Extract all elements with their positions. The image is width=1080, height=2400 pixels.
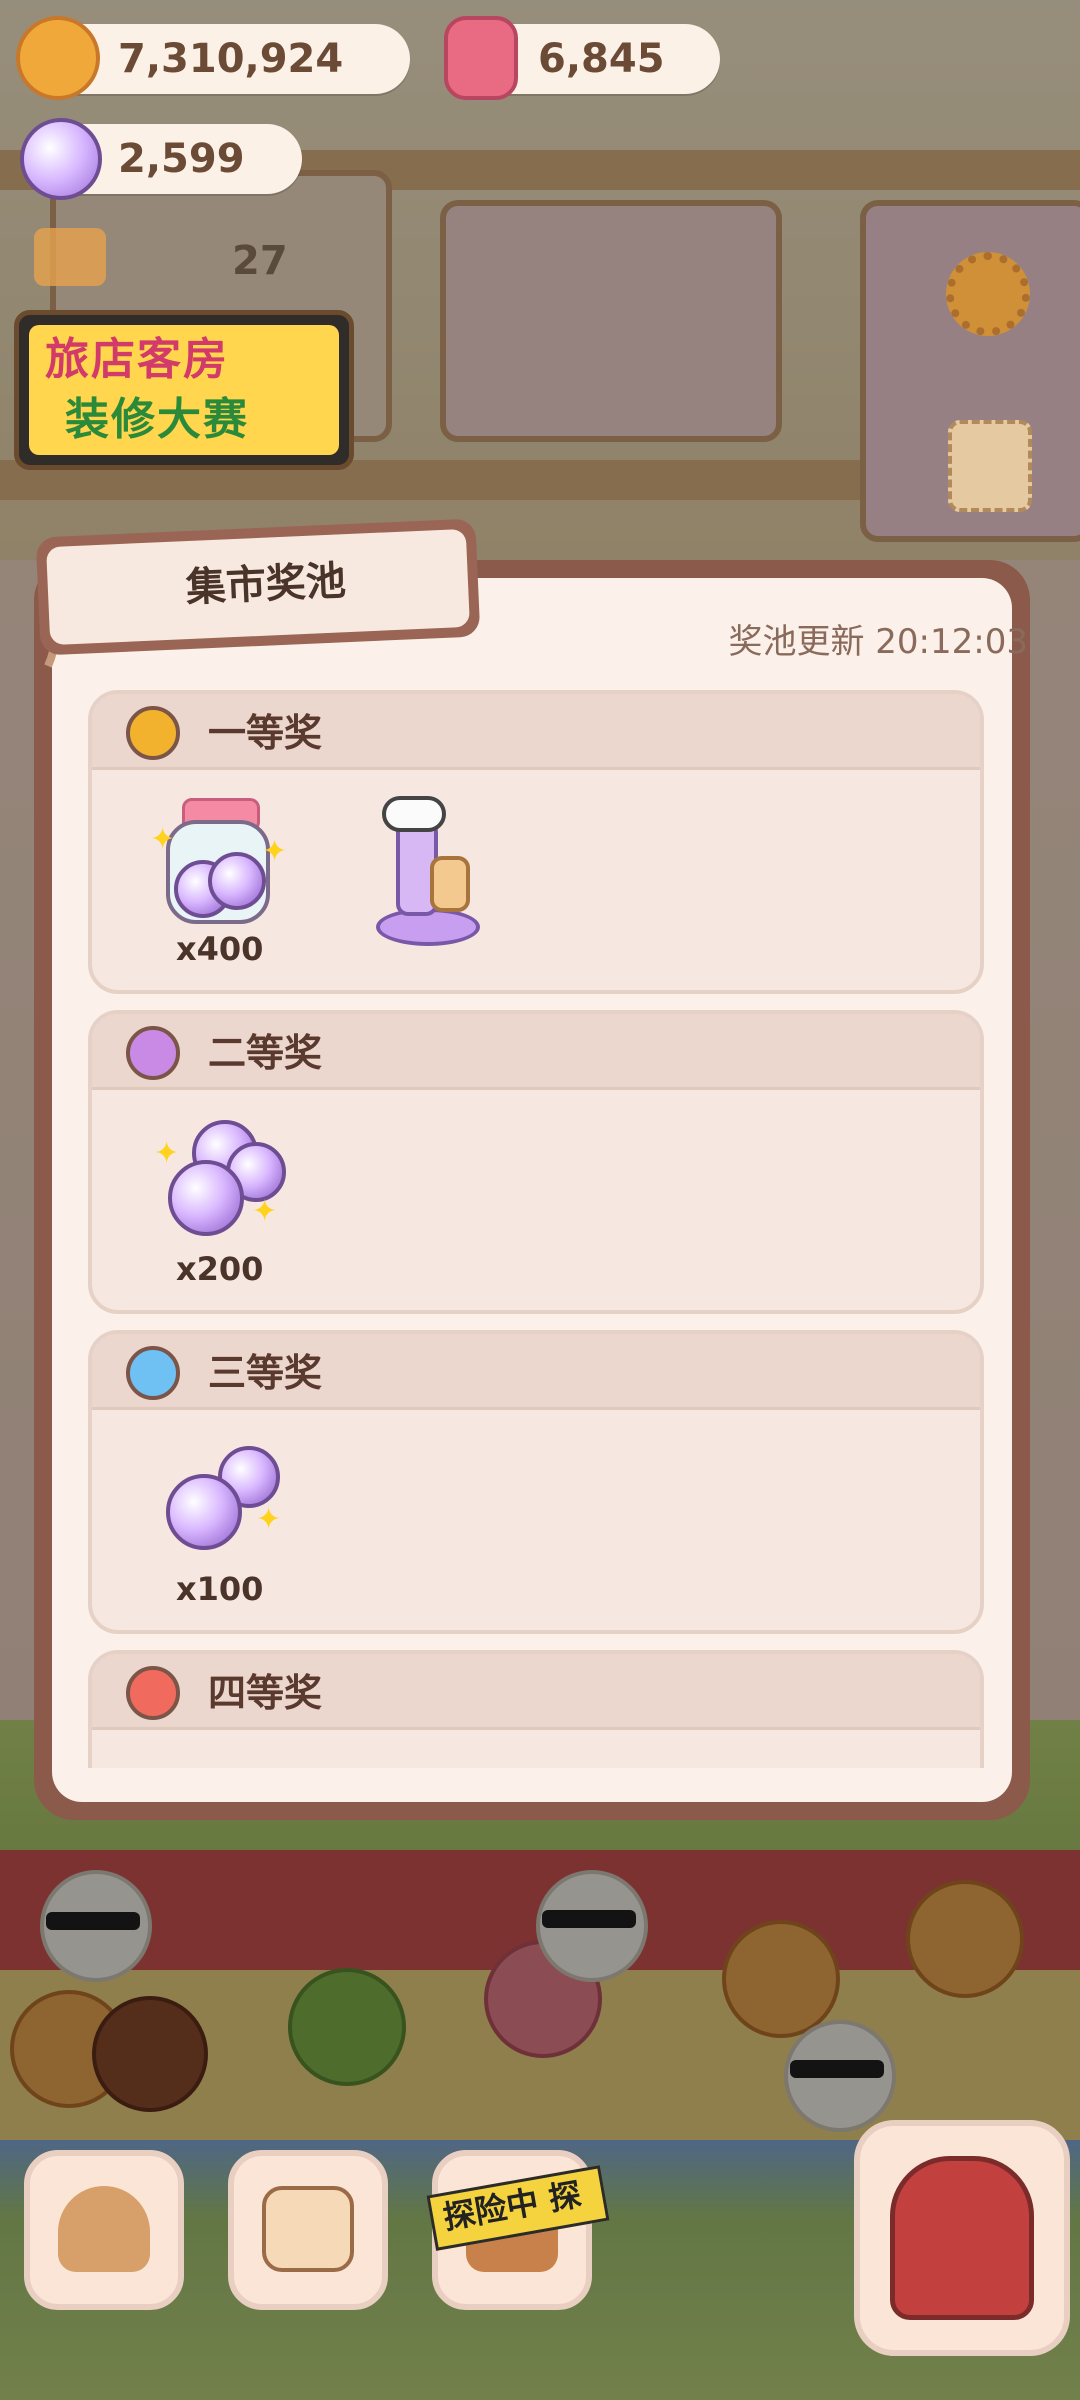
tier-2-ball-icon — [126, 1026, 180, 1080]
stage-button[interactable] — [854, 2120, 1070, 2356]
title-tag: 集市奖池 — [35, 518, 481, 656]
tier-2-reward-qty: x200 — [176, 1250, 264, 1288]
coin-value: 7,310,924 — [118, 36, 344, 82]
prize-tier-list[interactable]: 一等奖 ✦ ✦ x400 二等奖 ✦ ✦ x200 三等奖 ✦ x100 四等奖 — [52, 690, 992, 1768]
prize-tier-1: 一等奖 ✦ ✦ x400 — [88, 690, 984, 994]
candle-icon — [444, 16, 518, 100]
event-title-line1: 旅店客房 — [45, 334, 229, 385]
tier-3-reward-qty: x100 — [176, 1570, 264, 1608]
prize-tier-2: 二等奖 ✦ ✦ x200 — [88, 1010, 984, 1314]
tier-3-ball-icon — [126, 1346, 180, 1400]
candy-jar-icon[interactable]: ✦ ✦ — [150, 798, 287, 928]
timer-badge: 27 — [232, 238, 288, 284]
megaphone-icon[interactable] — [34, 228, 106, 286]
home-mushroom-icon — [58, 2186, 150, 2272]
tier-4-name: 四等奖 — [208, 1671, 323, 1715]
candy-icon — [20, 118, 102, 200]
modal-title: 集市奖池 — [184, 558, 347, 612]
tier-3-name: 三等奖 — [208, 1351, 323, 1395]
calendar-heart-icon — [262, 2186, 354, 2272]
prize-tier-3: 三等奖 ✦ x100 — [88, 1330, 984, 1634]
profile-stamp-icon[interactable] — [948, 420, 1032, 512]
candy-value: 2,599 — [118, 136, 245, 182]
tier-1-ball-icon — [126, 706, 180, 760]
candle-value: 6,845 — [538, 36, 665, 82]
tier-1-name: 一等奖 — [208, 711, 323, 755]
calendar-button[interactable] — [228, 2150, 388, 2310]
tier-2-name: 二等奖 — [208, 1031, 323, 1075]
stage-icon — [890, 2156, 1034, 2320]
settings-gear-icon[interactable] — [946, 252, 1030, 336]
tier-4-ball-icon — [126, 1666, 180, 1720]
event-title-line2: 装修大赛 — [65, 394, 249, 445]
candy-pair-icon[interactable]: ✦ — [148, 1440, 288, 1560]
cat-tower-decor-icon[interactable] — [370, 790, 480, 946]
coin-cookie-icon — [16, 16, 100, 100]
home-button[interactable] — [24, 2150, 184, 2310]
event-banner[interactable]: 旅店客房 装修大赛 — [14, 310, 354, 470]
pool-refresh-timer: 奖池更新 20:12:03 — [728, 622, 1028, 662]
prize-tier-4: 四等奖 — [88, 1650, 984, 1768]
candy-bundle-icon[interactable]: ✦ ✦ — [148, 1114, 288, 1244]
tier-1-reward-1-qty: x400 — [176, 930, 264, 968]
